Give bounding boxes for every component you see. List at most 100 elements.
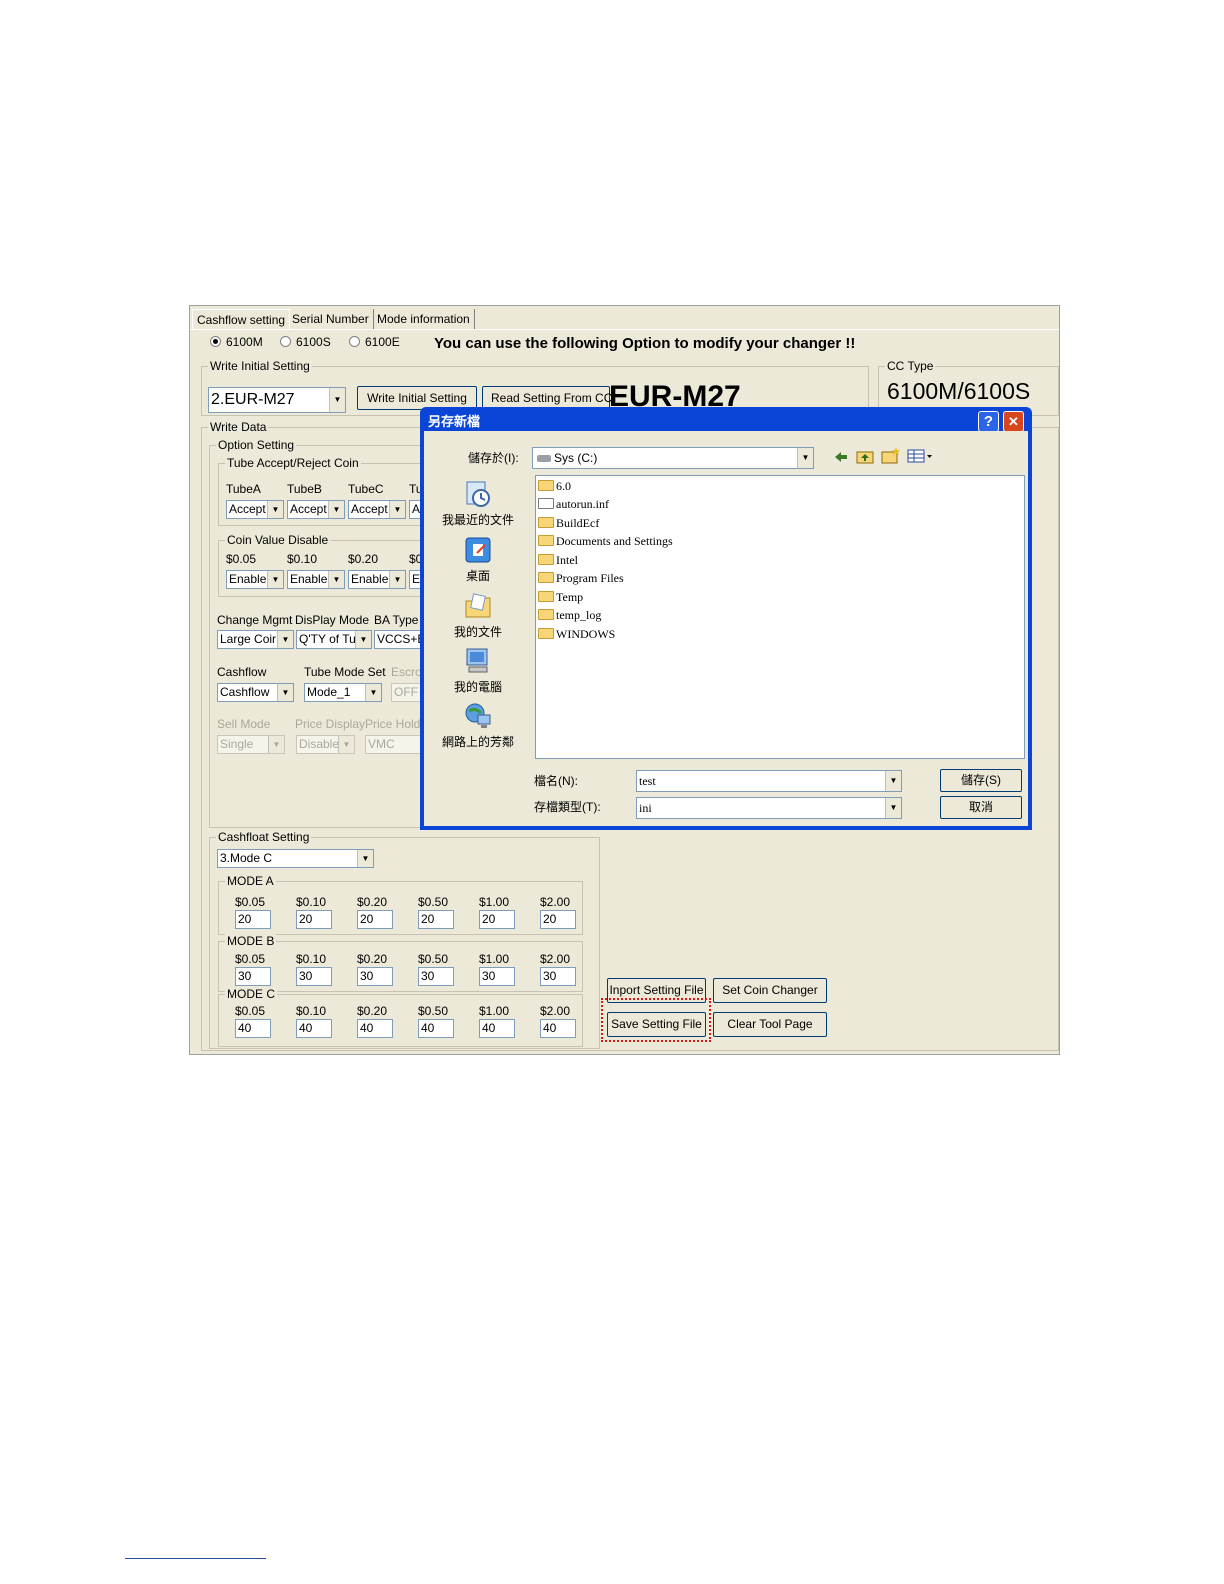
mode-c-100-input[interactable]: 40 [479,1019,515,1038]
radio-6100m[interactable]: 6100M [210,335,263,349]
tab-cashflow-setting[interactable]: Cashflow setting [192,309,291,330]
mode-b-100-input[interactable]: 30 [479,967,515,986]
file-list[interactable]: 6.0 autorun.inf BuildEcf Documents and S… [535,475,1025,759]
mode-a-200-input[interactable]: 20 [540,910,576,929]
my-documents-icon [465,593,491,618]
list-item[interactable]: WINDOWS [538,626,615,642]
clear-tool-page-button[interactable]: Clear Tool Page [713,1012,827,1037]
file-name: Documents and Settings [556,534,673,548]
file-name: WINDOWS [556,627,616,641]
initial-setting-value: 2.EUR-M27 [211,391,295,408]
cashfloat-mode-select[interactable]: 3.Mode C ▼ [217,849,374,868]
mode-b-label: MODE B [225,934,277,948]
places-my-computer[interactable]: 我的電腦 [432,646,524,695]
mode-c-200-input[interactable]: 40 [540,1019,576,1038]
places-my-documents[interactable]: 我的文件 [432,591,524,640]
tab-serial-number[interactable]: Serial Number [288,309,374,329]
chevron-down-icon: ▼ [338,736,354,753]
filetype-select[interactable]: ini ▼ [636,797,902,819]
denom-label: $0.05 [235,1004,266,1018]
coin-005-select[interactable]: Enable ▼ [226,570,284,589]
coin-value: Enable [229,572,267,586]
list-item[interactable]: Program Files [538,570,624,586]
close-icon[interactable]: ✕ [1003,411,1024,432]
change-mgmt-select[interactable]: Large Coir ▼ [217,630,294,649]
coin-010-select[interactable]: Enable ▼ [287,570,345,589]
tube-d-value: A [412,502,421,516]
cancel-button[interactable]: 取消 [940,796,1022,819]
places-desktop[interactable]: 桌面 [432,535,524,584]
denom-label: $0.50 [418,895,449,909]
tube-mode-select[interactable]: Mode_1 ▼ [304,683,382,702]
list-item[interactable]: Temp [538,589,583,605]
list-item[interactable]: Documents and Settings [538,533,673,549]
denom-label: $1.00 [479,1004,510,1018]
ba-type-value: VCCS+E [377,632,424,646]
tube-c-value: Accept [351,502,388,516]
mode-c-005-input[interactable]: 40 [235,1019,271,1038]
mode-b-005-input[interactable]: 30 [235,967,271,986]
price-hold-select: VMC [365,735,421,754]
cashflow-select[interactable]: Cashflow ▼ [217,683,294,702]
tube-c-select[interactable]: Accept ▼ [348,500,406,519]
back-icon[interactable] [833,450,849,464]
radio-6100e[interactable]: 6100E [349,335,400,349]
escrow-select: OFF [391,683,421,702]
save-button[interactable]: 儲存(S) [940,769,1022,792]
denom-label: $2.00 [540,1004,571,1018]
coin-020-select[interactable]: Enable ▼ [348,570,406,589]
file-name: autorun.inf [556,497,609,511]
coin-value: E [412,572,421,586]
folder-icon [538,480,554,491]
mode-c-020-input[interactable]: 40 [357,1019,393,1038]
display-mode-select[interactable]: Q'TY of Tu ▼ [296,630,372,649]
view-menu-icon[interactable] [907,449,933,463]
desktop-icon [465,537,491,563]
mode-a-050-input[interactable]: 20 [418,910,454,929]
tab-mode-information[interactable]: Mode information [373,309,475,329]
mode-b-050-input[interactable]: 30 [418,967,454,986]
chevron-down-icon: ▼ [328,501,344,518]
filename-input[interactable]: test ▼ [636,770,902,792]
mode-a-005-input[interactable]: 20 [235,910,271,929]
mode-c-010-input[interactable]: 40 [296,1019,332,1038]
mode-b-010-input[interactable]: 30 [296,967,332,986]
tube-b-select[interactable]: Accept ▼ [287,500,345,519]
list-item[interactable]: autorun.inf [538,496,609,512]
list-item[interactable]: temp_log [538,607,601,623]
new-folder-icon[interactable] [881,446,901,464]
mode-a-010-input[interactable]: 20 [296,910,332,929]
places-recent-documents[interactable]: 我最近的文件 [432,479,524,528]
places-network[interactable]: 網路上的芳鄰 [432,701,524,750]
tube-b-value: Accept [290,502,327,516]
folder-icon [538,572,554,583]
recent-documents-icon [466,481,490,507]
ba-type-label: BA Type [374,613,419,627]
save-in-select[interactable]: Sys (C:) ▼ [532,447,814,469]
list-item[interactable]: BuildEcf [538,515,599,531]
tube-a-select[interactable]: Accept ▼ [226,500,284,519]
list-item[interactable]: 6.0 [538,478,571,494]
folder-icon [538,535,554,546]
mode-a-020-input[interactable]: 20 [357,910,393,929]
up-folder-icon[interactable] [856,448,874,464]
sell-mode-value: Single [220,737,254,751]
write-data-group-label: Write Data [208,420,269,434]
radio-6100s[interactable]: 6100S [280,335,331,349]
mode-b-200-input[interactable]: 30 [540,967,576,986]
mode-a-label: MODE A [225,874,276,888]
ba-type-select[interactable]: VCCS+E [374,630,424,649]
set-coin-changer-button[interactable]: Set Coin Changer [713,978,827,1003]
price-display-value: Disable [299,737,340,751]
help-icon[interactable]: ? [978,411,999,432]
price-display-select: Disable ▼ [296,735,355,754]
list-item[interactable]: Intel [538,552,578,568]
price-display-label: Price Display [295,717,366,731]
filename-value: test [639,774,656,788]
mode-c-050-input[interactable]: 40 [418,1019,454,1038]
mode-a-100-input[interactable]: 20 [479,910,515,929]
denom-label: $0.50 [418,1004,449,1018]
drive-icon [537,455,551,462]
initial-setting-select[interactable]: 2.EUR-M27 ▼ [208,387,346,413]
mode-b-020-input[interactable]: 30 [357,967,393,986]
